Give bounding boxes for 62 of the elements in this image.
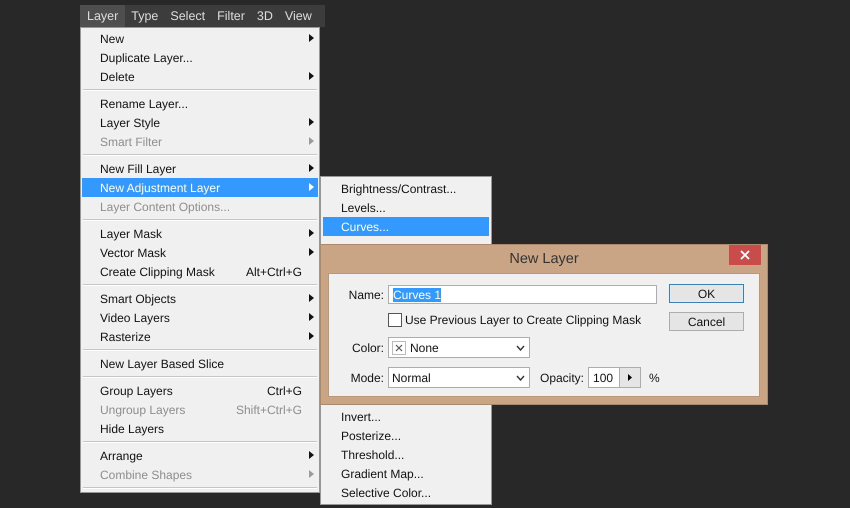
- field-label: Color:: [350, 340, 385, 354]
- menu-item[interactable]: Levels...: [323, 198, 489, 217]
- menu-item[interactable]: New Layer Based Slice: [82, 354, 318, 373]
- color-dropdown[interactable]: None: [388, 337, 530, 358]
- chevron-down-icon: [516, 344, 525, 350]
- submenu-arrow-icon: [309, 470, 314, 478]
- submenu-arrow-icon: [309, 137, 314, 145]
- submenu-arrow-icon: [309, 313, 314, 321]
- ok-button[interactable]: OK: [669, 284, 744, 303]
- submenu-arrow-icon: [309, 164, 314, 172]
- menu-item[interactable]: Video Layers: [82, 308, 318, 327]
- mode-dropdown[interactable]: Normal: [388, 367, 530, 388]
- no-color-icon: [392, 340, 406, 354]
- chevron-down-icon: [516, 374, 525, 380]
- menu-bar-item[interactable]: Layer: [80, 5, 126, 27]
- opacity-slider-button[interactable]: [619, 367, 642, 388]
- menu-item[interactable]: Posterize...: [323, 426, 489, 445]
- submenu-arrow-icon: [309, 72, 314, 80]
- menu-item[interactable]: Brightness/Contrast...: [323, 179, 489, 198]
- opacity-field[interactable]: 100: [588, 367, 620, 388]
- field-label: Opacity:: [540, 370, 584, 384]
- dialog-title: New Layer: [509, 251, 579, 267]
- unit-label: %: [649, 370, 660, 384]
- menu-item[interactable]: Arrange: [82, 446, 318, 465]
- menu-item[interactable]: Gradient Map...: [323, 464, 489, 483]
- menu-item[interactable]: New Fill Layer: [82, 159, 318, 178]
- menu-item[interactable]: Layer Style: [82, 113, 318, 132]
- field-label: Name:: [348, 288, 385, 302]
- menu-bar-item[interactable]: Filter: [211, 5, 251, 27]
- menu-item[interactable]: Layer Mask: [82, 224, 318, 243]
- menu-item[interactable]: Create Clipping Mask Alt+Ctrl+G: [82, 262, 318, 281]
- submenu-arrow-icon: [309, 451, 314, 459]
- menu-item[interactable]: Hide Layers: [82, 419, 318, 438]
- submenu-arrow-icon: [309, 332, 314, 340]
- submenu-arrow-icon: [309, 118, 314, 126]
- submenu-arrow-icon: [309, 34, 314, 42]
- menu-item[interactable]: Smart Objects: [82, 289, 318, 308]
- menu-bar-item[interactable]: Type: [125, 5, 164, 27]
- menu-item[interactable]: Rasterize: [82, 327, 318, 346]
- menu-item[interactable]: Rename Layer...: [82, 94, 318, 113]
- menu-item[interactable]: Vector Mask: [82, 243, 318, 262]
- menu-item[interactable]: Duplicate Layer...: [82, 48, 318, 67]
- menu-bar-item[interactable]: View: [278, 5, 318, 27]
- close-button[interactable]: [729, 245, 761, 265]
- menu-bar-item[interactable]: 3D: [250, 5, 279, 27]
- menu-item[interactable]: Group Layers Ctrl+G: [82, 381, 318, 400]
- menu-item[interactable]: Delete: [82, 67, 318, 86]
- cancel-button[interactable]: Cancel: [669, 312, 744, 331]
- menu-item[interactable]: New: [82, 29, 318, 48]
- submenu-arrow-icon: [309, 229, 314, 237]
- caret-icon: [628, 374, 632, 381]
- menu-item[interactable]: Selective Color...: [323, 483, 489, 502]
- menu-item[interactable]: Invert...: [323, 407, 489, 426]
- field-label: Mode:: [350, 370, 385, 384]
- menu-item[interactable]: Threshold...: [323, 445, 489, 464]
- checkbox-label: Use Previous Layer to Create Clipping Mask: [405, 313, 642, 327]
- checkbox[interactable]: [388, 313, 402, 327]
- submenu-arrow-icon: [309, 248, 314, 256]
- submenu-arrow-icon: [309, 183, 314, 191]
- submenu-arrow-icon: [309, 294, 314, 302]
- close-icon: [740, 250, 750, 260]
- menu-bar-item[interactable]: Select: [164, 5, 212, 27]
